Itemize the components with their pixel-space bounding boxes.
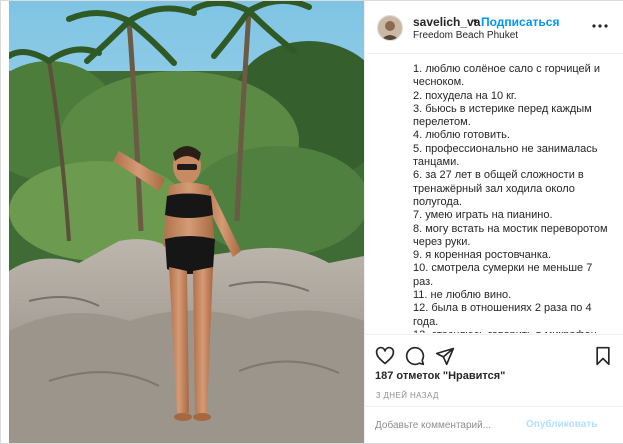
post-modal: savelich_va • Подписаться Freedom Beach … — [0, 0, 623, 444]
caption-item: 7. умею играть на пианино. — [413, 209, 553, 222]
post-header: savelich_va • Подписаться Freedom Beach … — [365, 1, 623, 54]
more-icon[interactable] — [591, 19, 609, 33]
beach-photo-image — [9, 1, 364, 443]
post-date: 3 ДНЕЙ НАЗАД — [376, 391, 439, 400]
post-details-panel: savelich_va • Подписаться Freedom Beach … — [364, 1, 623, 443]
caption-item: 9. я коренная ростовчанка. — [413, 249, 552, 262]
caption-item: 1. люблю солёное сало с горчицей и чесно… — [413, 63, 600, 89]
share-icon[interactable] — [435, 346, 455, 366]
caption-item: 12. была в отношениях 2 раза по 4 года. — [413, 302, 592, 328]
avatar-image — [378, 16, 402, 40]
caption-item: 11. не люблю вино. — [413, 289, 512, 302]
bookmark-icon[interactable] — [593, 346, 613, 366]
post-photo[interactable] — [9, 1, 364, 443]
username-link[interactable]: savelich_va — [413, 15, 480, 29]
follow-button[interactable]: Подписаться — [481, 15, 559, 29]
separator-dot: • — [473, 14, 478, 28]
comment-bar: Опубликовать — [365, 406, 623, 444]
action-bar — [365, 334, 623, 371]
location-link[interactable]: Freedom Beach Phuket — [413, 30, 518, 41]
caption-item: 3. бьюсь в истерике перед каждым перелет… — [413, 102, 592, 129]
caption-item: 10. смотрела сумерки не меньше 7 раз. — [413, 262, 593, 288]
publish-button[interactable]: Опубликовать — [526, 419, 597, 430]
caption-item: 4. люблю готовить. — [413, 129, 510, 142]
comment-icon[interactable] — [405, 346, 425, 366]
comment-input[interactable] — [375, 417, 525, 433]
likes-count[interactable]: 187 отметок "Нравится" — [375, 370, 505, 382]
caption-list: 1. люблю солёное сало с горчицей и чесно… — [365, 53, 623, 333]
caption-item: 13. стесняюсь говорить в микрофон — [413, 329, 615, 333]
caption-item: 8. могу встать на мостик переворотом чер… — [413, 222, 608, 248]
heart-icon[interactable] — [375, 346, 395, 366]
caption-item: 6. за 27 лет в общей сложности в тренажё… — [413, 169, 584, 208]
avatar[interactable] — [377, 15, 403, 41]
caption-item: 2. похудела на 10 кг. — [413, 89, 517, 102]
caption-scroll-area[interactable]: 1. люблю солёное сало с горчицей и чесно… — [365, 53, 623, 333]
caption-item: 5. профессионально не занималась танцами… — [413, 142, 598, 169]
